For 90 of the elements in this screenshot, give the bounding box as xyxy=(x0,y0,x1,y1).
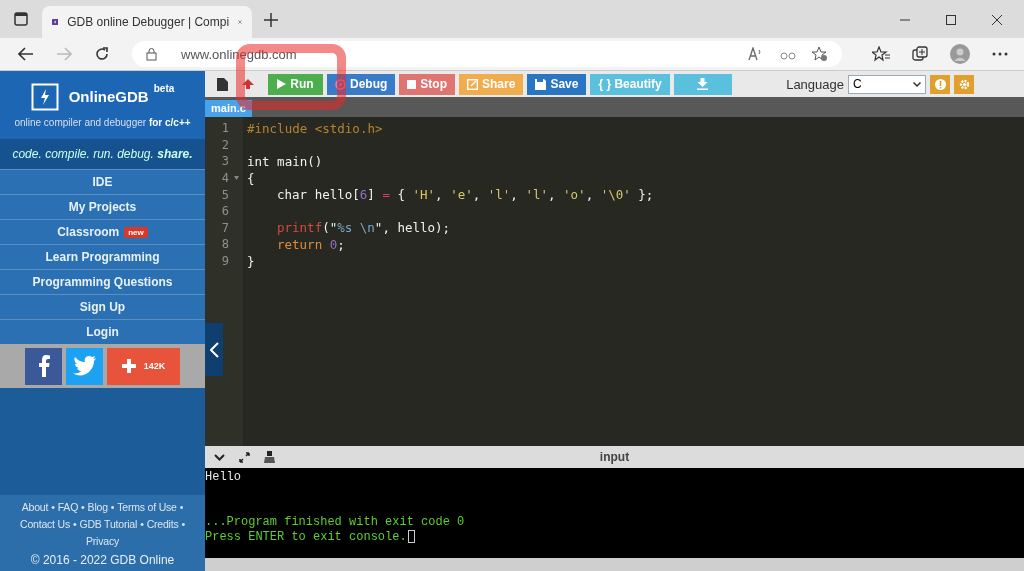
beta-label: beta xyxy=(153,82,175,94)
collapse-sidebar-button[interactable] xyxy=(205,323,223,376)
more-icon[interactable] xyxy=(992,52,1008,56)
sidebar-menu-item[interactable]: Login xyxy=(0,319,205,344)
console-line: Press ENTER to exit console. xyxy=(205,529,407,544)
profile-avatar-icon[interactable] xyxy=(950,44,970,64)
chevron-left-icon xyxy=(209,341,219,358)
new-badge: new xyxy=(124,226,148,238)
footer-link[interactable]: Blog xyxy=(87,499,108,515)
console-line: ...Program finished with exit code 0 xyxy=(205,514,465,529)
line-number: 7 xyxy=(220,220,229,235)
footer-link[interactable]: Credits xyxy=(146,516,179,532)
language-select[interactable]: C xyxy=(848,74,926,94)
footer-link[interactable]: About xyxy=(21,499,49,515)
sidebar-menu-item[interactable]: Programming Questions xyxy=(0,269,205,294)
sidebar-menu-item[interactable]: IDE xyxy=(0,169,205,194)
code-line: { xyxy=(247,170,255,186)
line-number: 5 xyxy=(220,187,229,202)
subtitle: online compiler and debugger for c/c++ xyxy=(14,116,191,128)
code-line: int main() xyxy=(247,154,323,169)
code-line: char hello[6] = { 'H', 'e', 'l', 'l', 'o', '\0' }; xyxy=(277,187,654,203)
save-button[interactable]: Save xyxy=(527,73,587,95)
chevron-down-icon xyxy=(913,81,921,87)
console-output[interactable]: Hello ...Program finished with exit code 0 Press ENTER to exit console. xyxy=(205,468,1024,558)
chevron-down-icon[interactable] xyxy=(214,453,225,461)
bullet-separator: • xyxy=(110,499,115,515)
run-button[interactable]: Run xyxy=(268,73,323,95)
input-tab[interactable]: input xyxy=(599,450,630,464)
facebook-button[interactable] xyxy=(25,347,62,385)
line-number: 9 xyxy=(220,254,229,269)
bullet-separator: • xyxy=(72,516,77,532)
copyright: © 2016 - 2022 GDB Online xyxy=(30,552,175,567)
line-number: 1 xyxy=(220,121,229,136)
sidebar-menu-item[interactable]: Classroom new xyxy=(0,219,205,244)
line-number: 2 xyxy=(220,137,229,152)
brand-name[interactable]: OnlineGDB xyxy=(68,88,149,105)
lightning-logo-icon xyxy=(30,82,59,111)
new-tab-icon[interactable] xyxy=(264,13,278,27)
bird-icon xyxy=(72,356,97,376)
footer-link[interactable]: Contact Us xyxy=(20,516,70,532)
line-number: 6 xyxy=(220,204,229,219)
close-icon[interactable] xyxy=(992,15,1002,25)
footer-link[interactable]: GDB Tutorial xyxy=(79,516,138,532)
share-icon xyxy=(467,78,478,90)
sidebar-menu-item[interactable]: My Projects xyxy=(0,194,205,219)
lock-icon xyxy=(146,47,157,61)
footer-link[interactable]: Terms of Use xyxy=(117,499,177,515)
reload-icon[interactable] xyxy=(94,46,110,62)
collections-icon[interactable] xyxy=(912,46,928,62)
line-number: 3 xyxy=(220,154,229,169)
bullet-separator: • xyxy=(51,499,55,515)
expand-icon[interactable] xyxy=(239,451,250,463)
stop-icon xyxy=(407,79,417,89)
settings-icon xyxy=(958,78,970,90)
line-number: 4 xyxy=(220,171,229,186)
stop-button[interactable]: Stop xyxy=(399,73,455,95)
footer-link[interactable]: Privacy xyxy=(86,533,119,549)
bullet-separator: • xyxy=(179,499,184,515)
new-file-icon[interactable] xyxy=(217,77,228,91)
maximize-icon[interactable] xyxy=(946,15,956,25)
bullet-separator: • xyxy=(181,516,185,532)
share-count-button[interactable]: 142K xyxy=(107,347,180,385)
tab-title: GDB online Debugger | Compi xyxy=(67,15,230,29)
info-icon xyxy=(934,78,946,90)
facebook-icon xyxy=(37,355,50,377)
back-arrow-icon[interactable] xyxy=(18,47,34,61)
code-line: return 0; xyxy=(277,236,345,252)
sidebar-menu-item[interactable]: Sign Up xyxy=(0,294,205,319)
code-line: printf("%s \n", hello); xyxy=(277,220,451,236)
read-aloud-icon[interactable] xyxy=(748,47,764,61)
sidebar-menu-item[interactable]: Learn Programming xyxy=(0,244,205,269)
fold-arrow-icon[interactable] xyxy=(233,176,239,181)
code-line: } xyxy=(247,253,255,269)
plus-icon xyxy=(121,359,136,373)
line-number: 8 xyxy=(220,237,229,252)
twitter-button[interactable] xyxy=(66,347,103,385)
add-favorite-icon[interactable] xyxy=(812,46,828,62)
tagline: code. compile. run. debug. share. xyxy=(12,147,193,161)
code-line: #include <stdio.h> xyxy=(247,120,383,136)
console-line: Hello xyxy=(205,469,241,484)
browser-tab[interactable]: GDB online Debugger | Compi xyxy=(42,6,252,38)
favorites-icon[interactable] xyxy=(872,46,890,62)
footer-link[interactable]: FAQ xyxy=(57,499,79,515)
bullet-separator: • xyxy=(81,499,85,515)
upload-arrow-icon[interactable] xyxy=(242,79,254,89)
play-icon xyxy=(277,79,287,89)
language-label: Language xyxy=(786,76,844,92)
tab-list-icon[interactable] xyxy=(14,12,28,26)
bullet-separator: • xyxy=(140,516,144,532)
download-icon xyxy=(697,78,709,90)
